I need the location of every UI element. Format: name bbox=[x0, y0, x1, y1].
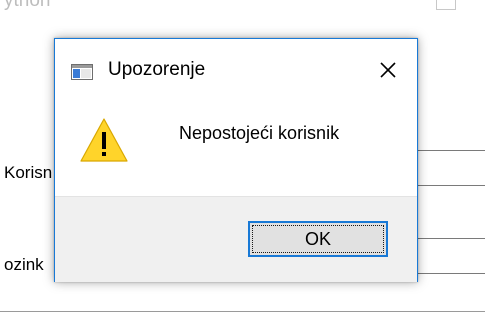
background-maximize-button[interactable] bbox=[436, 0, 456, 10]
dialog-title: Upozorenje bbox=[108, 59, 206, 80]
app-window-icon bbox=[71, 64, 93, 80]
close-button[interactable] bbox=[371, 55, 405, 85]
background-window-titlebar: ython bbox=[0, 0, 485, 36]
ok-button[interactable]: OK bbox=[248, 221, 388, 257]
password-label: ozink bbox=[4, 255, 44, 274]
warning-dialog: Upozorenje Nepostojeći korisnik OK bbox=[54, 38, 418, 282]
dialog-titlebar: Upozorenje bbox=[55, 39, 417, 99]
dialog-body: Nepostojeći korisnik bbox=[55, 99, 417, 196]
background-window-title: ython bbox=[4, 0, 51, 11]
background-divider bbox=[0, 311, 485, 312]
dialog-message: Nepostojeći korisnik bbox=[179, 123, 340, 143]
dialog-footer: OK bbox=[55, 196, 417, 282]
username-label: Korisn bbox=[4, 163, 53, 182]
warning-icon bbox=[80, 118, 128, 162]
close-icon bbox=[380, 62, 396, 78]
ok-button-label: OK bbox=[304, 228, 331, 249]
